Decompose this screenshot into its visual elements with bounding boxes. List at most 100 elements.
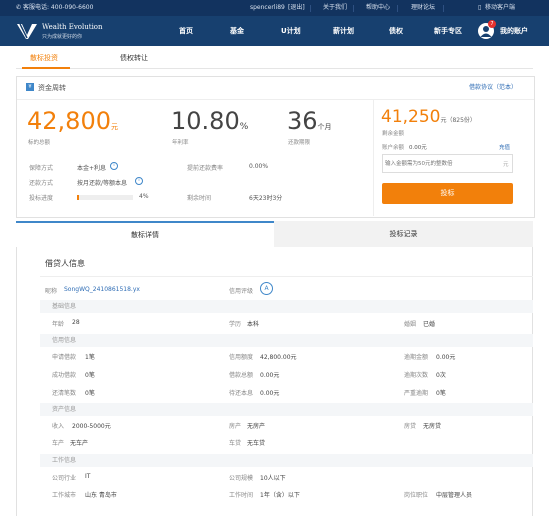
work-years-value: 1年（含）以下 [260,492,300,499]
tab-loan-detail[interactable]: 散标详情 [16,223,274,247]
loan-amount-label: 标的总额 [28,140,51,146]
income-label: 收入 [52,423,65,430]
loan-title: 资金周转 [38,84,66,92]
pending-value: 0.00元 [260,390,280,397]
progress-label: 投标进度 [29,195,54,202]
tab-bid-records[interactable]: 投标记录 [274,221,533,247]
total-loan-label: 借款总额 [229,372,254,379]
logo-icon[interactable] [16,21,38,41]
invest-divider [373,100,374,216]
house-label: 房产 [229,423,242,430]
tab-transfer[interactable]: 债权转让 [120,46,148,70]
divider [40,276,533,277]
car-loan-value: 无车贷 [247,440,266,447]
brand-slogan: 只为成就更好的你 [42,34,83,40]
company-scale-value: 10人以下 [260,475,286,482]
nickname-label: 昵称 [45,288,58,295]
overdue-count-label: 逾期次数 [404,372,429,379]
phone-icon: ✆ [16,4,22,11]
repaid-count-label: 还清笔数 [52,390,77,397]
severe-overdue-label: 严重逾期 [404,390,429,397]
nav-fund[interactable]: 基金 [230,16,244,46]
agreement-link[interactable]: 借款协议（范本） [469,77,517,99]
credit-rating-label: 信用评级 [229,288,254,295]
repay-method-value: 按月还款/等额本息 [77,180,128,187]
prepay-fee-label: 提前还款费率 [187,165,224,172]
prepay-fee-value: 0.00% [249,163,269,170]
pending-label: 待还本息 [229,390,254,397]
company-scale-label: 公司规模 [229,475,254,482]
credit-limit-label: 信用额度 [229,354,254,361]
loan-term: 36个月 [287,107,332,135]
credit-rating-badge: A [260,282,273,295]
invest-amount-input[interactable] [385,157,495,170]
loan-panel-header: ¥ 资金周转 借款协议（范本） [17,77,534,100]
invest-button[interactable]: 投标 [382,183,513,204]
nav-newbie[interactable]: 新手专区 [434,16,462,46]
guarantee-value: 本金+利息 [77,165,107,172]
education-value: 本科 [247,321,260,328]
nav-home[interactable]: 首页 [179,16,193,46]
remaining-time-label: 剩余时间 [187,195,212,202]
nav-debt[interactable]: 债权 [389,16,403,46]
forum-link[interactable]: 理财论坛 [411,0,435,16]
amount-input-box: 元 [382,154,513,173]
about-link[interactable]: 关于我们 [323,0,347,16]
recharge-link[interactable]: 充值 [499,143,510,151]
work-years-label: 工作时间 [229,492,254,499]
industry-value: IT [85,473,91,480]
overdue-amount-value: 0.00元 [436,354,456,361]
input-unit: 元 [503,162,509,168]
position-value: 中层管理人员 [436,492,473,499]
remaining-amount-label: 剩余金额 [382,131,405,137]
house-value: 无房产 [247,423,266,430]
nav-my-account[interactable]: 我的账户 [500,16,528,46]
mobile-icon[interactable]: ▯ [478,0,481,16]
car-value: 无车产 [70,440,89,447]
tab-active-indicator [22,67,70,69]
repaid-count-value: 0笔 [85,390,95,397]
income-value: 2000-5000元 [72,423,111,430]
product-subtabs: 散标投资 债权转让 [16,46,533,69]
progress-bar [77,195,133,200]
marriage-label: 婚姻 [404,321,417,328]
credit-info-header: 信用信息 [40,334,533,347]
marriage-value: 已婚 [423,321,436,328]
help-link[interactable]: 帮助中心 [366,0,390,16]
hotline-text: 客服电话: 400-090-6600 [23,4,94,11]
overdue-count-value: 0次 [436,372,446,379]
success-loans-label: 成功借款 [52,372,77,379]
mortgage-value: 无房贷 [423,423,442,430]
overdue-amount-label: 逾期金额 [404,354,429,361]
severe-overdue-value: 0笔 [436,390,446,397]
nav-u-plan[interactable]: U计划 [281,16,301,46]
car-loan-label: 车贷 [229,440,242,447]
work-city-label: 工作城市 [52,492,77,499]
car-label: 车产 [52,440,65,447]
education-label: 学历 [229,321,242,328]
work-info-header: 工作信息 [40,454,533,467]
balance-value: 0.00元 [409,145,427,151]
progress-value: 4% [139,193,149,200]
nav-salary-plan[interactable]: 薪计划 [333,16,354,46]
basic-info-header: 基础信息 [40,300,533,313]
top-bar: ✆ 客服电话: 400-090-6600 spencerli89 [退出] 关于… [0,0,549,16]
loan-rate: 10.80% [171,107,249,135]
success-loans-value: 0笔 [85,372,95,379]
guarantee-info-icon[interactable]: i [110,162,118,170]
loan-term-label: 还款期限 [288,140,311,146]
credit-limit-value: 42,800.00元 [260,354,297,361]
logout-link[interactable]: [退出] [288,0,305,16]
industry-label: 公司行业 [52,475,77,482]
mobile-link[interactable]: 移动客户端 [485,0,515,16]
age-value: 28 [72,319,80,326]
loan-amount: 42,800元 [27,107,118,135]
username-link[interactable]: spencerli89 [250,0,285,16]
main-nav: Wealth Evolution 只为成就更好的你 首页 基金 U计划 薪计划 … [0,16,549,46]
age-label: 年龄 [52,321,65,328]
balance-label: 账户余额 [382,145,405,151]
repay-info-icon[interactable]: i [135,177,143,185]
repay-method-label: 还款方式 [29,180,54,187]
remaining-time-value: 6天23时3分 [249,195,283,202]
remaining-amount: 41,250元（825份） [381,107,476,127]
